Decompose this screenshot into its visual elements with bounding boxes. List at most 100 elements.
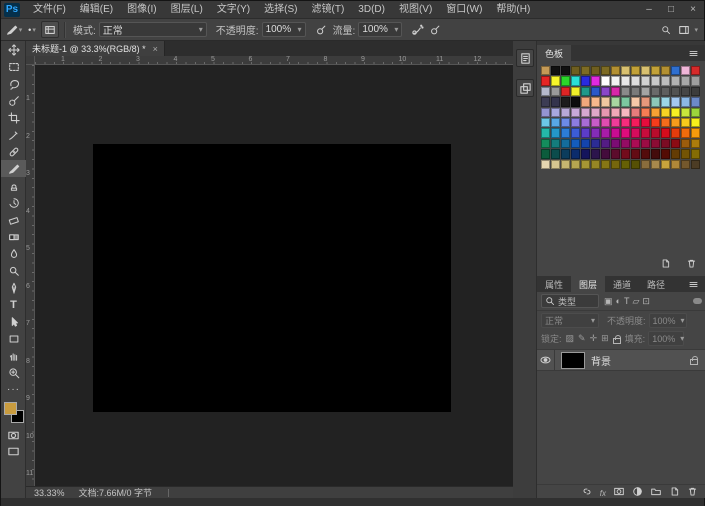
swatch[interactable]	[651, 108, 660, 117]
filter-adjustment-layers-icon[interactable]: ◐	[616, 296, 621, 307]
swatch[interactable]	[581, 118, 590, 127]
swatch[interactable]	[571, 76, 580, 85]
new-group-icon[interactable]	[650, 486, 662, 497]
swatch[interactable]	[611, 160, 620, 169]
swatch[interactable]	[591, 139, 600, 148]
filter-type-layers-icon[interactable]: T	[624, 296, 630, 307]
swatch[interactable]	[621, 139, 630, 148]
swatch[interactable]	[671, 149, 680, 158]
close-button[interactable]: ×	[682, 1, 704, 18]
swatch[interactable]	[611, 97, 620, 106]
swatch[interactable]	[551, 76, 560, 85]
swatch[interactable]	[641, 139, 650, 148]
swatch[interactable]	[671, 76, 680, 85]
brush-tool[interactable]	[1, 160, 26, 177]
swatch[interactable]	[691, 128, 700, 137]
layer-visibility-eye-icon[interactable]	[537, 350, 555, 370]
dodge-tool[interactable]	[1, 262, 26, 279]
path-selection-tool[interactable]	[1, 313, 26, 330]
swatch[interactable]	[661, 139, 670, 148]
quick-mask-button[interactable]	[1, 427, 26, 443]
swatch[interactable]	[591, 108, 600, 117]
menu-file[interactable]: 文件(F)	[26, 1, 73, 19]
swatch[interactable]	[661, 160, 670, 169]
workspace-switcher-icon[interactable]	[675, 21, 693, 38]
swatch[interactable]	[611, 118, 620, 127]
filter-toggle[interactable]	[693, 298, 702, 304]
swatch[interactable]	[601, 139, 610, 148]
rectangular-marquee-tool[interactable]	[1, 58, 26, 75]
layer-filter-select[interactable]: 类型	[541, 294, 599, 308]
swatch[interactable]	[641, 118, 650, 127]
tab-路径[interactable]: 路径	[639, 276, 673, 292]
layer-opacity-select[interactable]: 100%▾	[649, 313, 687, 328]
crop-tool[interactable]	[1, 109, 26, 126]
pressure-opacity-icon[interactable]	[312, 21, 330, 38]
swatch[interactable]	[631, 139, 640, 148]
swatch[interactable]	[581, 87, 590, 96]
swatch[interactable]	[611, 108, 620, 117]
swatch[interactable]	[691, 160, 700, 169]
eraser-tool[interactable]	[1, 211, 26, 228]
toggle-brush-panel-icon[interactable]	[41, 21, 59, 38]
libraries-panel-icon[interactable]	[516, 79, 534, 97]
swatch[interactable]	[581, 97, 590, 106]
swatch[interactable]	[571, 118, 580, 127]
swatch[interactable]	[561, 66, 570, 75]
swatch[interactable]	[601, 160, 610, 169]
swatch[interactable]	[661, 128, 670, 137]
lock-position-icon[interactable]: ✛	[590, 333, 598, 344]
swatch[interactable]	[581, 139, 590, 148]
swatch[interactable]	[541, 160, 550, 169]
layer-fill-select[interactable]: 100%▾	[648, 331, 684, 346]
swatch[interactable]	[571, 149, 580, 158]
lock-all-icon[interactable]	[613, 338, 621, 344]
swatch[interactable]	[551, 149, 560, 158]
filter-pixel-layers-icon[interactable]: ▣	[604, 296, 613, 307]
swatch[interactable]	[681, 66, 690, 75]
filter-smart-objects-icon[interactable]: ⊡	[642, 296, 650, 307]
lasso-tool[interactable]	[1, 75, 26, 92]
new-adjustment-layer-icon[interactable]	[632, 486, 643, 497]
lock-pixels-icon[interactable]: ✎	[578, 333, 586, 344]
swatch[interactable]	[581, 128, 590, 137]
swatch[interactable]	[601, 87, 610, 96]
new-swatch-icon[interactable]	[656, 255, 674, 272]
swatch[interactable]	[631, 76, 640, 85]
swatch[interactable]	[671, 128, 680, 137]
zoom-tool[interactable]	[1, 364, 26, 381]
menu-type[interactable]: 文字(Y)	[210, 1, 257, 19]
hand-tool[interactable]	[1, 347, 26, 364]
swatch[interactable]	[631, 128, 640, 137]
swatch[interactable]	[631, 108, 640, 117]
swatch[interactable]	[551, 108, 560, 117]
swatch[interactable]	[561, 128, 570, 137]
swatch[interactable]	[561, 108, 570, 117]
swatch[interactable]	[541, 108, 550, 117]
link-layers-icon[interactable]	[581, 486, 593, 497]
swatch[interactable]	[541, 87, 550, 96]
swatch[interactable]	[541, 66, 550, 75]
swatch[interactable]	[681, 108, 690, 117]
swatch[interactable]	[691, 108, 700, 117]
canvas[interactable]	[93, 144, 451, 412]
panel-menu-icon[interactable]	[684, 276, 702, 293]
swatch[interactable]	[691, 139, 700, 148]
swatch[interactable]	[581, 76, 590, 85]
swatch[interactable]	[641, 149, 650, 158]
swatch[interactable]	[591, 76, 600, 85]
swatch[interactable]	[661, 66, 670, 75]
move-tool[interactable]	[1, 41, 26, 58]
swatch[interactable]	[681, 87, 690, 96]
swatch[interactable]	[681, 128, 690, 137]
blur-tool[interactable]	[1, 245, 26, 262]
swatch[interactable]	[551, 87, 560, 96]
lock-artboard-icon[interactable]: ⊞	[601, 333, 609, 344]
swatch[interactable]	[631, 118, 640, 127]
swatch[interactable]	[681, 160, 690, 169]
swatch[interactable]	[651, 66, 660, 75]
swatch[interactable]	[601, 149, 610, 158]
swatch[interactable]	[651, 87, 660, 96]
swatch[interactable]	[551, 128, 560, 137]
swatch[interactable]	[691, 76, 700, 85]
